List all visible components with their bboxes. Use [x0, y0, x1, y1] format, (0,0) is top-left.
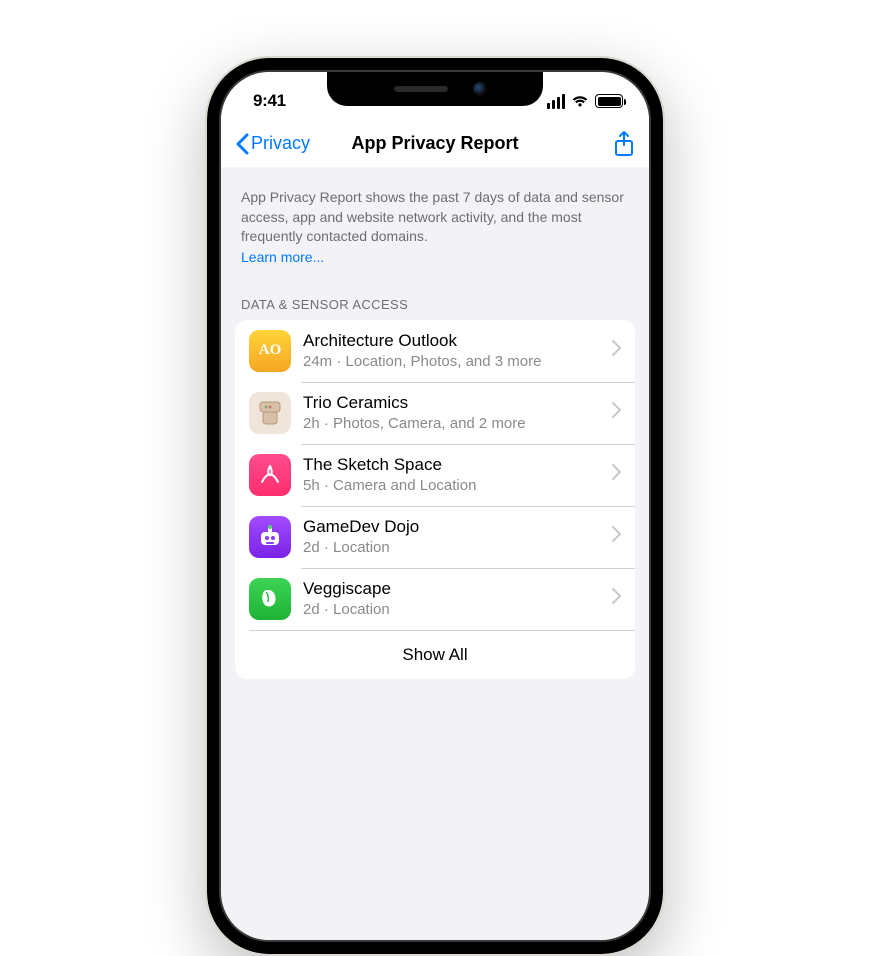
chevron-right-icon — [612, 340, 621, 361]
app-detail: 24m · Location, Photos, and 3 more — [303, 352, 604, 372]
chevron-right-icon — [612, 588, 621, 609]
list-item-text: The Sketch Space 5h · Camera and Locatio… — [303, 454, 604, 495]
back-label: Privacy — [251, 133, 310, 154]
status-icons — [547, 94, 623, 109]
app-detail: 2d · Location — [303, 538, 604, 558]
learn-more-link[interactable]: Learn more... — [241, 249, 324, 265]
content: App Privacy Report shows the past 7 days… — [221, 168, 649, 679]
chevron-right-icon — [612, 464, 621, 485]
description-text: App Privacy Report shows the past 7 days… — [241, 188, 629, 247]
nav-bar: Privacy App Privacy Report — [221, 120, 649, 168]
description-block: App Privacy Report shows the past 7 days… — [221, 168, 649, 275]
notch — [327, 72, 543, 106]
volume-down — [205, 368, 207, 434]
share-button[interactable] — [613, 131, 635, 157]
app-name: GameDev Dojo — [303, 516, 604, 537]
front-camera — [473, 82, 487, 96]
app-icon-trio-ceramics — [249, 392, 291, 434]
app-detail: 2h · Photos, Camera, and 2 more — [303, 414, 604, 434]
list-item[interactable]: GameDev Dojo 2d · Location — [235, 506, 635, 568]
status-time: 9:41 — [247, 91, 286, 111]
app-list: AO Architecture Outlook 24m · Location, … — [235, 320, 635, 679]
mute-switch — [205, 226, 207, 262]
wifi-icon — [571, 94, 589, 108]
app-name: Veggiscape — [303, 578, 604, 599]
list-item-text: Trio Ceramics 2h · Photos, Camera, and 2… — [303, 392, 604, 433]
speaker — [394, 86, 448, 92]
cellular-signal-icon — [547, 94, 565, 109]
list-item-text: Veggiscape 2d · Location — [303, 578, 604, 619]
list-item[interactable]: AO Architecture Outlook 24m · Location, … — [235, 320, 635, 382]
app-icon-architecture-outlook: AO — [249, 330, 291, 372]
share-icon — [613, 131, 635, 157]
power-button — [663, 298, 665, 398]
app-detail: 2d · Location — [303, 600, 604, 620]
app-detail: 5h · Camera and Location — [303, 476, 604, 496]
show-all-label: Show All — [402, 644, 467, 665]
app-icon-gamedev-dojo — [249, 516, 291, 558]
page-title: App Privacy Report — [351, 133, 518, 154]
app-name: The Sketch Space — [303, 454, 604, 475]
back-button[interactable]: Privacy — [235, 133, 310, 155]
app-name: Architecture Outlook — [303, 330, 604, 351]
chevron-right-icon — [612, 402, 621, 423]
list-item-text: Architecture Outlook 24m · Location, Pho… — [303, 330, 604, 371]
list-item[interactable]: Trio Ceramics 2h · Photos, Camera, and 2… — [235, 382, 635, 444]
chevron-right-icon — [612, 526, 621, 547]
app-name: Trio Ceramics — [303, 392, 604, 413]
show-all-button[interactable]: Show All — [235, 630, 635, 679]
app-icon-sketch-space — [249, 454, 291, 496]
list-item[interactable]: The Sketch Space 5h · Camera and Locatio… — [235, 444, 635, 506]
chevron-left-icon — [235, 133, 249, 155]
section-header-data-sensor: DATA & SENSOR ACCESS — [221, 275, 649, 320]
list-item-text: GameDev Dojo 2d · Location — [303, 516, 604, 557]
app-icon-veggiscape — [249, 578, 291, 620]
volume-up — [205, 286, 207, 352]
screen: 9:41 Privacy App Privacy Report — [221, 72, 649, 940]
battery-icon — [595, 94, 623, 108]
device-frame: 9:41 Privacy App Privacy Report — [205, 56, 665, 956]
list-item[interactable]: Veggiscape 2d · Location — [235, 568, 635, 630]
